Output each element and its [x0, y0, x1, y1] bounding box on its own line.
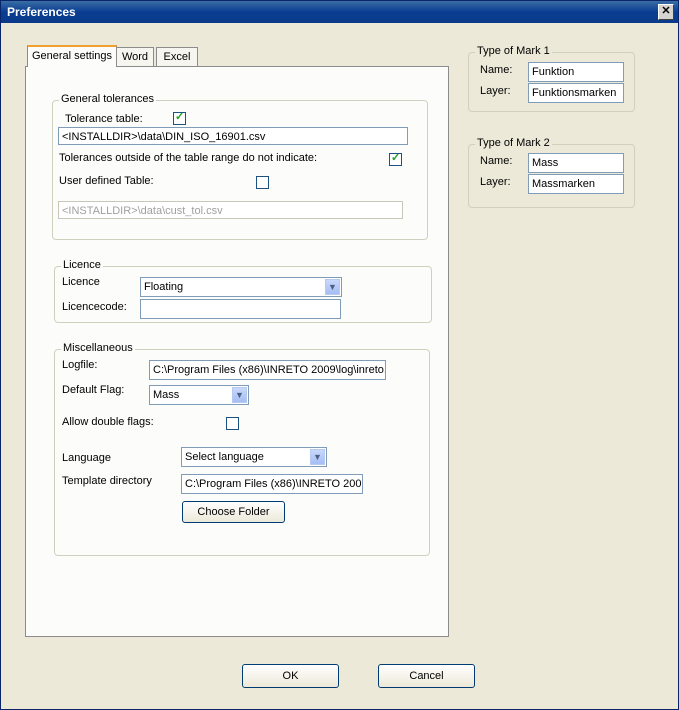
- mark2-group: Type of Mark 2 Name: Mass Layer: Massmar…: [468, 137, 635, 208]
- close-button[interactable]: ✕: [658, 4, 674, 20]
- template-dir-label: Template directory: [62, 475, 152, 487]
- general-tolerances-group: General tolerances Tolerance table: ✓ <I…: [52, 93, 428, 240]
- chevron-down-icon[interactable]: ▼: [232, 387, 247, 403]
- group-title-mark2: Type of Mark 2: [475, 137, 552, 149]
- licence-select[interactable]: Floating ▼: [140, 277, 342, 297]
- language-value: Select language: [185, 451, 264, 463]
- licence-select-value: Floating: [144, 281, 184, 293]
- licencecode-field[interactable]: [140, 299, 341, 319]
- cancel-button[interactable]: Cancel: [378, 664, 475, 688]
- choose-folder-button[interactable]: Choose Folder: [182, 501, 285, 523]
- group-title-licence: Licence: [61, 259, 103, 271]
- default-flag-label: Default Flag:: [62, 384, 125, 396]
- tolerance-table-checkbox[interactable]: ✓: [173, 111, 186, 125]
- mark1-name-label: Name:: [480, 64, 513, 76]
- licence-group: Licence Licence Floating ▼ Licencecode:: [54, 259, 432, 323]
- chevron-down-icon[interactable]: ▼: [325, 279, 340, 295]
- group-title-miscellaneous: Miscellaneous: [61, 342, 135, 354]
- mark2-name-label: Name:: [480, 155, 513, 167]
- tab-word[interactable]: Word: [116, 47, 154, 66]
- check-icon: ✓: [391, 152, 401, 164]
- miscellaneous-group: Miscellaneous Logfile: C:\Program Files …: [54, 342, 430, 556]
- tab-general-settings[interactable]: General settings: [27, 45, 117, 67]
- general-settings-panel: General tolerances Tolerance table: ✓ <I…: [25, 66, 449, 637]
- ok-button[interactable]: OK: [242, 664, 339, 688]
- logfile-field[interactable]: C:\Program Files (x86)\INRETO 2009\log\i…: [149, 360, 386, 380]
- default-flag-value: Mass: [153, 389, 180, 401]
- tab-excel[interactable]: Excel: [156, 47, 198, 66]
- tolerance-path-field[interactable]: <INSTALLDIR>\data\DIN_ISO_16901.csv: [58, 127, 408, 145]
- default-flag-select[interactable]: Mass ▼: [149, 385, 249, 405]
- allow-double-label: Allow double flags:: [62, 416, 154, 428]
- group-title-general-tolerances: General tolerances: [59, 93, 156, 105]
- mark1-name-field[interactable]: Funktion: [528, 62, 624, 82]
- user-defined-checkbox[interactable]: [256, 176, 269, 189]
- group-title-mark1: Type of Mark 1: [475, 45, 552, 57]
- mark1-group: Type of Mark 1 Name: Funktion Layer: Fun…: [468, 45, 635, 112]
- mark1-layer-label: Layer:: [480, 85, 511, 97]
- chevron-down-icon[interactable]: ▼: [310, 449, 325, 465]
- tolerance-table-label: Tolerance table:: [65, 113, 143, 125]
- mark2-layer-label: Layer:: [480, 176, 511, 188]
- check-icon: ✓: [175, 111, 185, 123]
- title-bar: Preferences ✕: [1, 1, 678, 23]
- outside-range-checkbox[interactable]: ✓: [389, 152, 402, 166]
- language-select[interactable]: Select language ▼: [181, 447, 327, 467]
- logfile-label: Logfile:: [62, 359, 98, 371]
- user-defined-path-field[interactable]: <INSTALLDIR>\data\cust_tol.csv: [58, 201, 403, 219]
- user-defined-label: User defined Table:: [59, 175, 154, 187]
- outside-range-label: Tolerances outside of the table range do…: [59, 152, 318, 164]
- licencecode-label: Licencecode:: [62, 301, 127, 313]
- window-title: Preferences: [7, 5, 76, 19]
- template-dir-field[interactable]: C:\Program Files (x86)\INRETO 2009: [181, 474, 363, 494]
- allow-double-checkbox[interactable]: [226, 417, 239, 430]
- preferences-window: Preferences ✕ General settings Word Exce…: [0, 0, 679, 710]
- mark2-name-field[interactable]: Mass: [528, 153, 624, 173]
- close-icon: ✕: [661, 5, 671, 17]
- language-label: Language: [62, 452, 111, 464]
- licence-label: Licence: [62, 276, 100, 288]
- mark1-layer-field[interactable]: Funktionsmarken: [528, 83, 624, 103]
- mark2-layer-field[interactable]: Massmarken: [528, 174, 624, 194]
